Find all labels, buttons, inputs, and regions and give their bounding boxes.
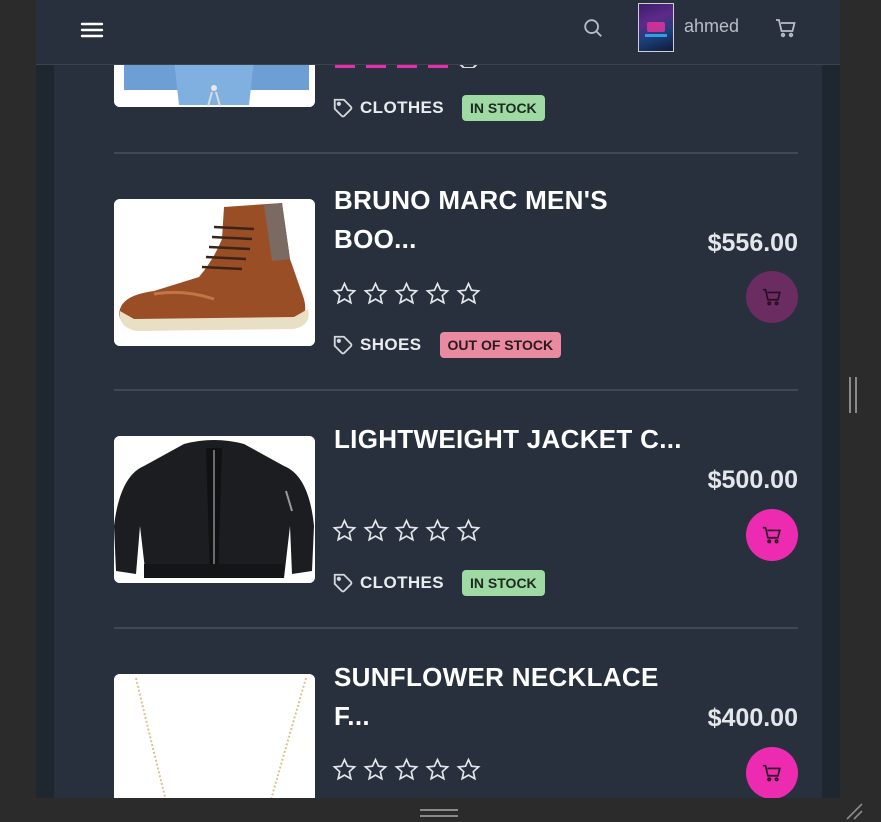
tag-icon xyxy=(333,573,353,593)
product-price: $500.00 xyxy=(707,466,798,494)
star-icon[interactable] xyxy=(456,281,481,306)
horizontal-resize-handle[interactable] xyxy=(420,809,458,819)
add-to-cart-button[interactable] xyxy=(746,271,798,323)
product-price: $556.00 xyxy=(707,229,798,257)
product-image[interactable] xyxy=(114,436,315,583)
product-title[interactable]: LIGHTWEIGHT JACKET C... xyxy=(334,420,694,459)
resize-grip-icon[interactable] xyxy=(845,802,863,820)
product-price: $400.00 xyxy=(707,704,798,732)
avatar[interactable] xyxy=(638,3,674,52)
stock-badge: IN STOCK xyxy=(462,95,545,121)
add-to-cart-button[interactable] xyxy=(746,747,798,798)
product-title[interactable]: SUNFLOWER NECKLACE F... xyxy=(334,658,694,736)
search-icon[interactable] xyxy=(582,17,604,39)
product-category[interactable]: CLOTHES xyxy=(360,98,444,118)
star-icon[interactable] xyxy=(332,281,357,306)
tag-icon xyxy=(333,98,353,118)
product-meta: SHOES OUT OF STOCK xyxy=(332,331,562,359)
product-category[interactable]: CLOTHES xyxy=(360,573,444,593)
rating-stars xyxy=(332,281,481,306)
row-divider xyxy=(114,152,798,154)
product-meta: CLOTHES IN STOCK xyxy=(332,94,545,122)
cart-icon xyxy=(762,288,781,306)
cart-icon xyxy=(762,526,781,544)
rating-stars xyxy=(332,757,481,782)
star-icon[interactable] xyxy=(425,518,450,543)
cart-icon xyxy=(762,764,781,782)
row-divider xyxy=(114,627,798,629)
product-category[interactable]: SHOES xyxy=(360,335,422,355)
tag-icon xyxy=(333,335,353,355)
star-icon[interactable] xyxy=(332,757,357,782)
star-icon[interactable] xyxy=(363,518,388,543)
star-icon[interactable] xyxy=(425,757,450,782)
add-to-cart-button[interactable] xyxy=(746,509,798,561)
vertical-resize-handle[interactable] xyxy=(849,377,859,413)
product-image[interactable] xyxy=(114,199,315,346)
app-frame: CLOTHES IN STOCK BRUNO MARC MEN'S BOO...… xyxy=(36,0,840,798)
cart-icon[interactable] xyxy=(774,16,798,40)
product-card: LIGHTWEIGHT JACKET C... $500.00 CLOTHES … xyxy=(114,412,798,612)
star-icon[interactable] xyxy=(394,757,419,782)
row-divider xyxy=(114,389,798,391)
username[interactable]: ahmed xyxy=(684,16,739,37)
star-icon[interactable] xyxy=(363,281,388,306)
product-title[interactable]: BRUNO MARC MEN'S BOO... xyxy=(334,181,694,259)
star-icon[interactable] xyxy=(394,281,419,306)
hamburger-menu-icon[interactable] xyxy=(80,18,104,42)
product-card: BRUNO MARC MEN'S BOO... $556.00 SHOES OU… xyxy=(114,175,798,375)
star-icon[interactable] xyxy=(394,518,419,543)
rating-stars xyxy=(332,518,481,543)
star-icon[interactable] xyxy=(332,518,357,543)
stock-badge: OUT OF STOCK xyxy=(439,332,562,358)
product-meta: CLOTHES IN STOCK xyxy=(332,569,545,597)
star-icon[interactable] xyxy=(456,757,481,782)
star-icon[interactable] xyxy=(456,518,481,543)
star-icon[interactable] xyxy=(363,757,388,782)
product-card: SUNFLOWER NECKLACE F... $400.00 xyxy=(114,650,798,798)
product-list-panel: CLOTHES IN STOCK BRUNO MARC MEN'S BOO...… xyxy=(54,0,822,798)
star-icon[interactable] xyxy=(425,281,450,306)
top-navbar: ahmed xyxy=(36,0,840,65)
stock-badge: IN STOCK xyxy=(462,570,545,596)
product-image[interactable] xyxy=(114,674,315,798)
